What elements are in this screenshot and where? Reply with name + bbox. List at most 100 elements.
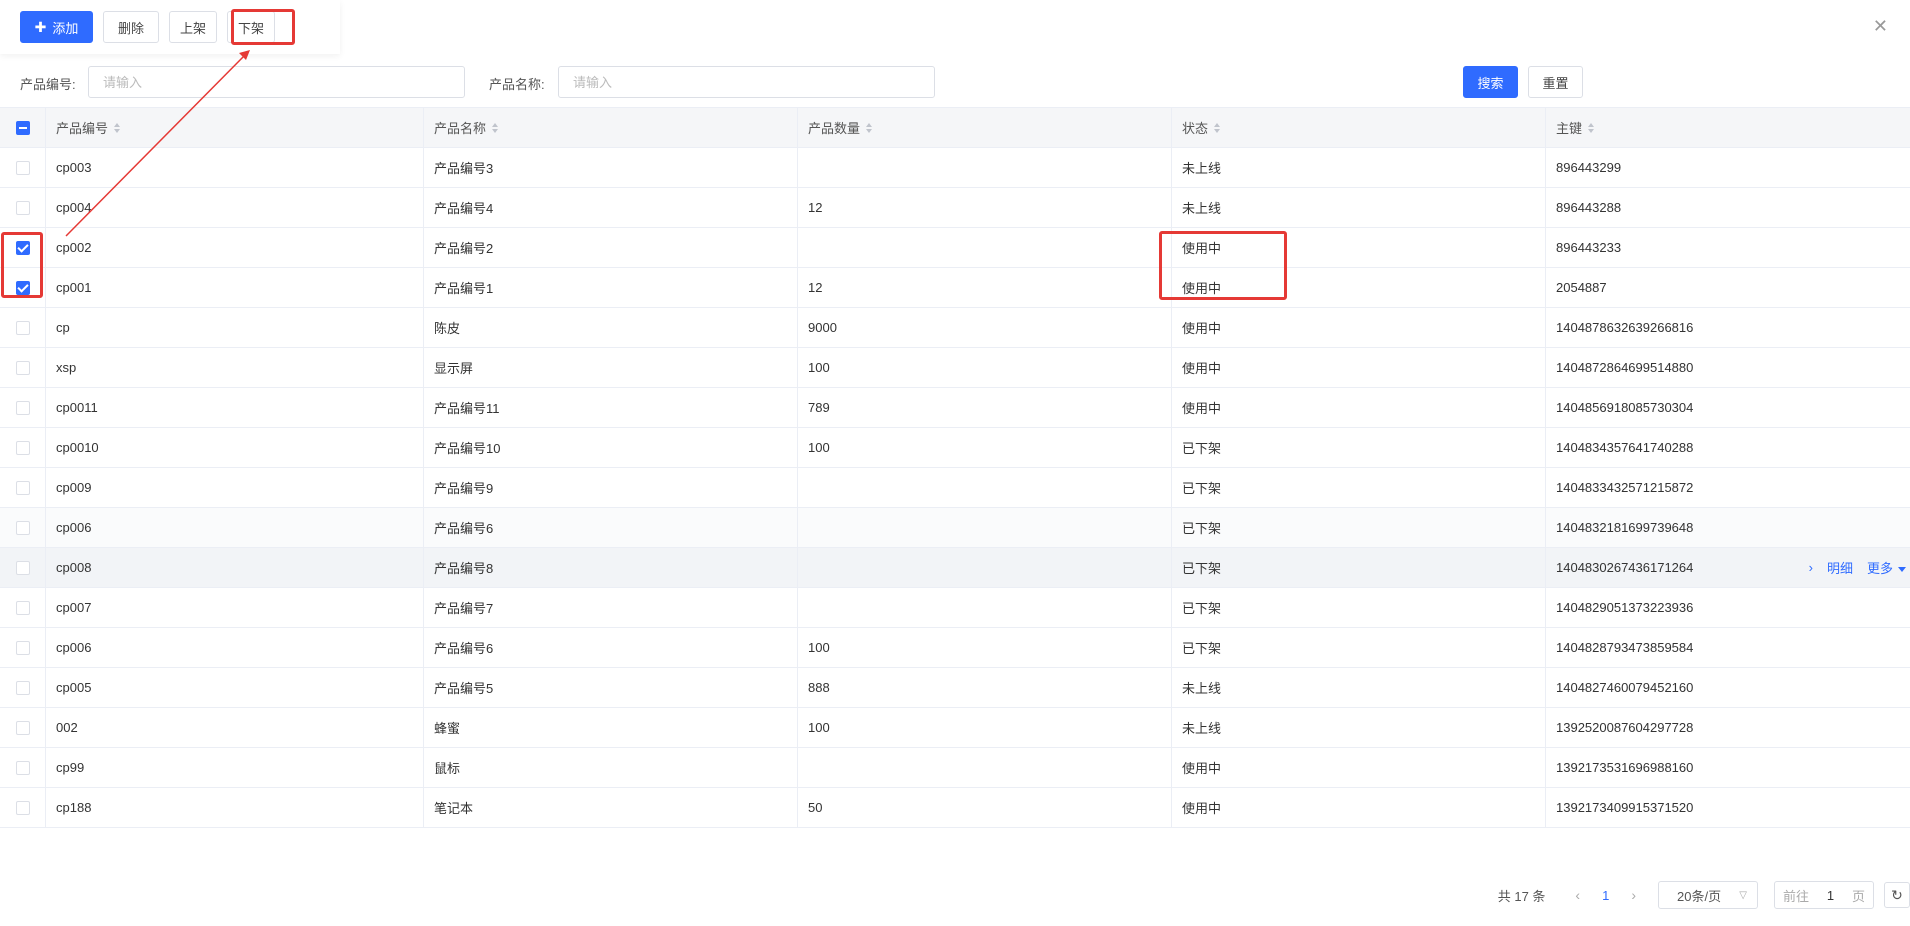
row-checkbox[interactable] xyxy=(15,800,30,815)
row-checkbox[interactable] xyxy=(15,640,30,655)
next-page-icon[interactable]: › xyxy=(1631,887,1636,903)
table-row[interactable]: 002 蜂蜜 100 未上线 1392520087604297728 xyxy=(0,708,1910,748)
table-row[interactable]: xsp 显示屏 100 使用中 1404872864699514880 xyxy=(0,348,1910,388)
sort-icon[interactable] xyxy=(114,122,121,134)
goto-prefix: 前往 xyxy=(1783,888,1810,904)
product-qty-cell: 100 xyxy=(798,708,1172,747)
primary-key-cell: 1404833432571215872 xyxy=(1556,480,1694,495)
product-name-cell: 产品编号6 xyxy=(424,508,798,547)
row-select-cell xyxy=(0,388,46,427)
product-name-cell: 产品编号11 xyxy=(424,388,798,427)
row-checkbox[interactable] xyxy=(15,440,30,455)
product-name-cell: 产品编号10 xyxy=(424,428,798,467)
goto-page: 前往 1 页 xyxy=(1774,881,1874,909)
table-row[interactable]: cp005 产品编号5 888 未上线 1404827460079452160 xyxy=(0,668,1910,708)
status-cell: 未上线 xyxy=(1172,148,1546,187)
product-qty-cell xyxy=(798,548,1172,587)
refresh-icon[interactable]: ↻ xyxy=(1884,882,1910,908)
table-row[interactable]: cp008 产品编号8 已下架 1404830267436171264 › 明细 更多 xyxy=(0,548,1910,588)
close-icon[interactable]: ✕ xyxy=(1873,16,1888,36)
product-code-cell: cp xyxy=(46,308,424,347)
table-row[interactable]: cp001 产品编号1 12 使用中 2054887 xyxy=(0,268,1910,308)
row-checkbox[interactable] xyxy=(15,400,30,415)
detail-link[interactable]: 明细 xyxy=(1827,558,1853,577)
table-row[interactable]: cp 陈皮 9000 使用中 1404878632639266816 xyxy=(0,308,1910,348)
table-row[interactable]: cp006 产品编号6 已下架 1404832181699739648 xyxy=(0,508,1910,548)
row-select-cell xyxy=(0,668,46,707)
delete-button[interactable]: 删除 xyxy=(103,11,159,43)
table-row[interactable]: cp006 产品编号6 100 已下架 1404828793473859584 xyxy=(0,628,1910,668)
table-row[interactable]: cp0010 产品编号10 100 已下架 1404834357641740288 xyxy=(0,428,1910,468)
column-header-status[interactable]: 状态 xyxy=(1172,108,1546,147)
table-row[interactable]: cp0011 产品编号11 789 使用中 1404856918085730304 xyxy=(0,388,1910,428)
add-button[interactable]: ✚ 添加 xyxy=(20,11,93,43)
product-code-cell: cp009 xyxy=(46,468,424,507)
column-title: 产品数量 xyxy=(808,121,861,136)
table-row[interactable]: cp007 产品编号7 已下架 1404829051373223936 xyxy=(0,588,1910,628)
product-name-cell: 笔记本 xyxy=(424,788,798,827)
chevron-down-icon: ▽ xyxy=(1739,889,1747,901)
column-header-key[interactable]: 主键 xyxy=(1546,108,1910,147)
prev-page-icon[interactable]: ‹ xyxy=(1575,887,1580,903)
off-shelf-button[interactable]: 下架 xyxy=(227,11,275,43)
row-select-cell xyxy=(0,148,46,187)
select-all-checkbox[interactable] xyxy=(15,120,30,135)
table-row[interactable]: cp002 产品编号2 使用中 896443233 xyxy=(0,228,1910,268)
table-row[interactable]: cp99 鼠标 使用中 1392173531696988160 xyxy=(0,748,1910,788)
status-cell: 已下架 xyxy=(1172,628,1546,667)
product-name-cell: 产品编号1 xyxy=(424,268,798,307)
sort-icon[interactable] xyxy=(492,122,499,134)
column-header-code[interactable]: 产品编号 xyxy=(46,108,424,147)
search-bar: 产品编号: 产品名称: 搜索 重置 xyxy=(20,66,1910,98)
sort-icon[interactable] xyxy=(1588,122,1595,134)
product-name-cell: 产品编号5 xyxy=(424,668,798,707)
chevron-right-icon[interactable]: › xyxy=(1809,560,1813,575)
row-checkbox[interactable] xyxy=(15,520,30,535)
plus-icon: ✚ xyxy=(34,18,47,35)
row-select-cell xyxy=(0,348,46,387)
row-checkbox[interactable] xyxy=(15,680,30,695)
row-checkbox[interactable] xyxy=(15,320,30,335)
more-dropdown[interactable]: 更多 xyxy=(1867,558,1906,577)
page-size-select[interactable]: 20条/页 ▽ xyxy=(1658,881,1758,909)
status-cell: 已下架 xyxy=(1172,588,1546,627)
on-shelf-button[interactable]: 上架 xyxy=(169,11,217,43)
row-checkbox[interactable] xyxy=(15,720,30,735)
product-table: 产品编号 产品名称 产品数量 状态 主键 cp003 产品编号3 未上线 896443… xyxy=(0,107,1910,828)
sort-icon[interactable] xyxy=(1214,122,1221,134)
row-checkbox[interactable] xyxy=(15,240,30,255)
status-cell: 使用中 xyxy=(1172,748,1546,787)
product-name-cell: 陈皮 xyxy=(424,308,798,347)
row-checkbox[interactable] xyxy=(15,560,30,575)
name-search-input[interactable] xyxy=(558,66,935,98)
row-checkbox[interactable] xyxy=(15,760,30,775)
row-checkbox[interactable] xyxy=(15,280,30,295)
current-page[interactable]: 1 xyxy=(1602,888,1609,903)
sort-icon[interactable] xyxy=(866,122,873,134)
table-row[interactable]: cp188 笔记本 50 使用中 1392173409915371520 xyxy=(0,788,1910,828)
row-checkbox[interactable] xyxy=(15,360,30,375)
status-cell: 使用中 xyxy=(1172,228,1546,267)
row-select-cell xyxy=(0,548,46,587)
table-row[interactable]: cp009 产品编号9 已下架 1404833432571215872 xyxy=(0,468,1910,508)
row-select-cell xyxy=(0,228,46,267)
row-checkbox[interactable] xyxy=(15,600,30,615)
goto-page-input[interactable]: 1 xyxy=(1827,888,1834,903)
status-cell: 已下架 xyxy=(1172,548,1546,587)
code-search-input[interactable] xyxy=(88,66,465,98)
table-row[interactable]: cp004 产品编号4 12 未上线 896443288 xyxy=(0,188,1910,228)
row-checkbox[interactable] xyxy=(15,480,30,495)
row-select-cell xyxy=(0,508,46,547)
row-select-cell xyxy=(0,748,46,787)
row-checkbox[interactable] xyxy=(15,160,30,175)
primary-key-cell: 1404827460079452160 xyxy=(1556,680,1694,695)
row-checkbox[interactable] xyxy=(15,200,30,215)
column-header-name[interactable]: 产品名称 xyxy=(424,108,798,147)
product-name-cell: 产品编号4 xyxy=(424,188,798,227)
table-row[interactable]: cp003 产品编号3 未上线 896443299 xyxy=(0,148,1910,188)
column-header-qty[interactable]: 产品数量 xyxy=(798,108,1172,147)
pagination: 共 17 条 ‹ 1 › 20条/页 ▽ 前往 1 页 ↻ xyxy=(1498,880,1910,910)
search-button[interactable]: 搜索 xyxy=(1463,66,1518,98)
reset-button[interactable]: 重置 xyxy=(1528,66,1583,98)
status-cell: 已下架 xyxy=(1172,508,1546,547)
